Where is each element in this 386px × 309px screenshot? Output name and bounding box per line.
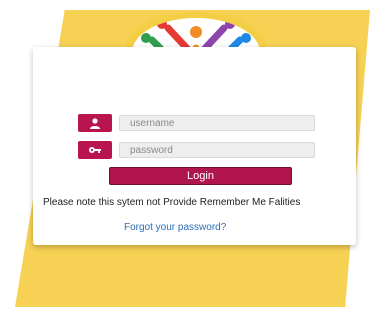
username-input[interactable] (119, 115, 315, 131)
login-button[interactable]: Login (109, 167, 292, 185)
username-row (78, 114, 315, 132)
password-input[interactable] (119, 142, 315, 158)
password-row (78, 141, 315, 159)
key-icon (78, 141, 112, 159)
remember-me-note: Please note this sytem not Provide Remem… (43, 197, 301, 208)
forgot-password-link[interactable]: Forgot your password? (124, 222, 226, 233)
user-icon (78, 114, 112, 132)
